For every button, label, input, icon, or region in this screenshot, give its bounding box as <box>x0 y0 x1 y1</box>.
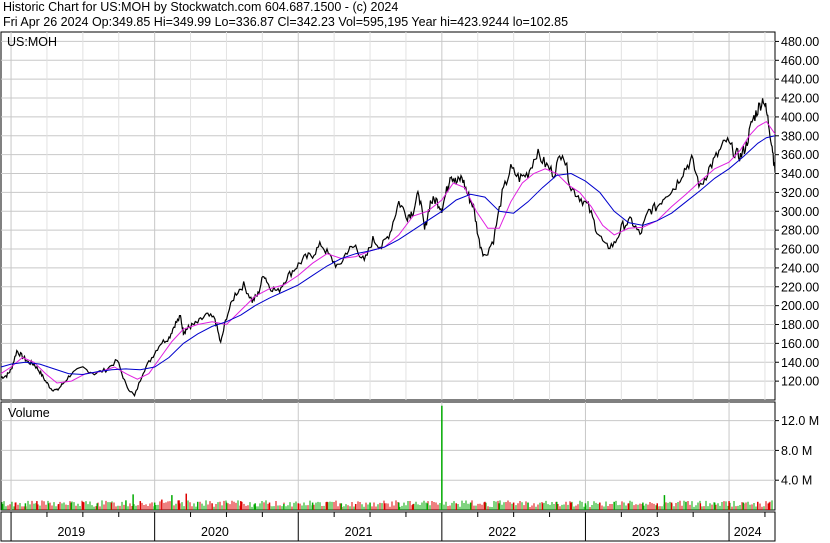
x-axis: 2019 2020 2021 2022 2023 2024 <box>0 511 776 542</box>
price-tick-label: 480.00 <box>781 35 819 49</box>
x-tick-label: 2023 <box>632 525 660 539</box>
volume-y-axis: 12.0 M 8.0 M 4.0 M <box>775 414 819 488</box>
price-tick-label: 320.00 <box>781 186 819 200</box>
price-tick-label: 460.00 <box>781 54 819 68</box>
x-tick-label: 2021 <box>345 525 373 539</box>
price-tick-label: 120.00 <box>781 375 819 389</box>
price-tick-label: 340.00 <box>781 167 819 181</box>
price-tick-label: 140.00 <box>781 356 819 370</box>
symbol-label: US:MOH <box>7 35 57 49</box>
x-tick-label: 2022 <box>488 525 516 539</box>
price-tick-label: 400.00 <box>781 110 819 124</box>
price-tick-label: 280.00 <box>781 224 819 238</box>
stock-chart: 480.00 460.00 440.00 420.00 400.00 380.00 360.… <box>0 31 819 542</box>
volume-panel-frame <box>0 401 776 511</box>
price-tick-label: 220.00 <box>781 280 819 294</box>
volume-label: Volume <box>8 406 50 420</box>
price-y-axis: 480.00 460.00 440.00 420.00 400.00 380.00 360.… <box>775 35 819 389</box>
price-tick-label: 300.00 <box>781 205 819 219</box>
price-tick-label: 160.00 <box>781 337 819 351</box>
price-tick-label: 180.00 <box>781 318 819 332</box>
price-panel: 480.00 460.00 440.00 420.00 400.00 380.00 360.… <box>0 31 819 401</box>
x-tick-label: 2024 <box>734 525 762 539</box>
volume-tick-label: 4.0 M <box>781 474 812 488</box>
price-tick-label: 440.00 <box>781 73 819 87</box>
price-tick-label: 420.00 <box>781 92 819 106</box>
price-tick-label: 200.00 <box>781 299 819 313</box>
x-tick-label: 2020 <box>201 525 229 539</box>
price-panel-frame <box>0 31 776 401</box>
price-tick-label: 260.00 <box>781 243 819 257</box>
x-tick-label: 2019 <box>57 525 85 539</box>
price-tick-label: 240.00 <box>781 261 819 275</box>
volume-tick-label: 12.0 M <box>781 414 819 428</box>
volume-panel: 12.0 M 8.0 M 4.0 M Volume <box>0 401 819 511</box>
price-tick-label: 380.00 <box>781 129 819 143</box>
volume-tick-label: 8.0 M <box>781 444 812 458</box>
price-tick-label: 360.00 <box>781 148 819 162</box>
